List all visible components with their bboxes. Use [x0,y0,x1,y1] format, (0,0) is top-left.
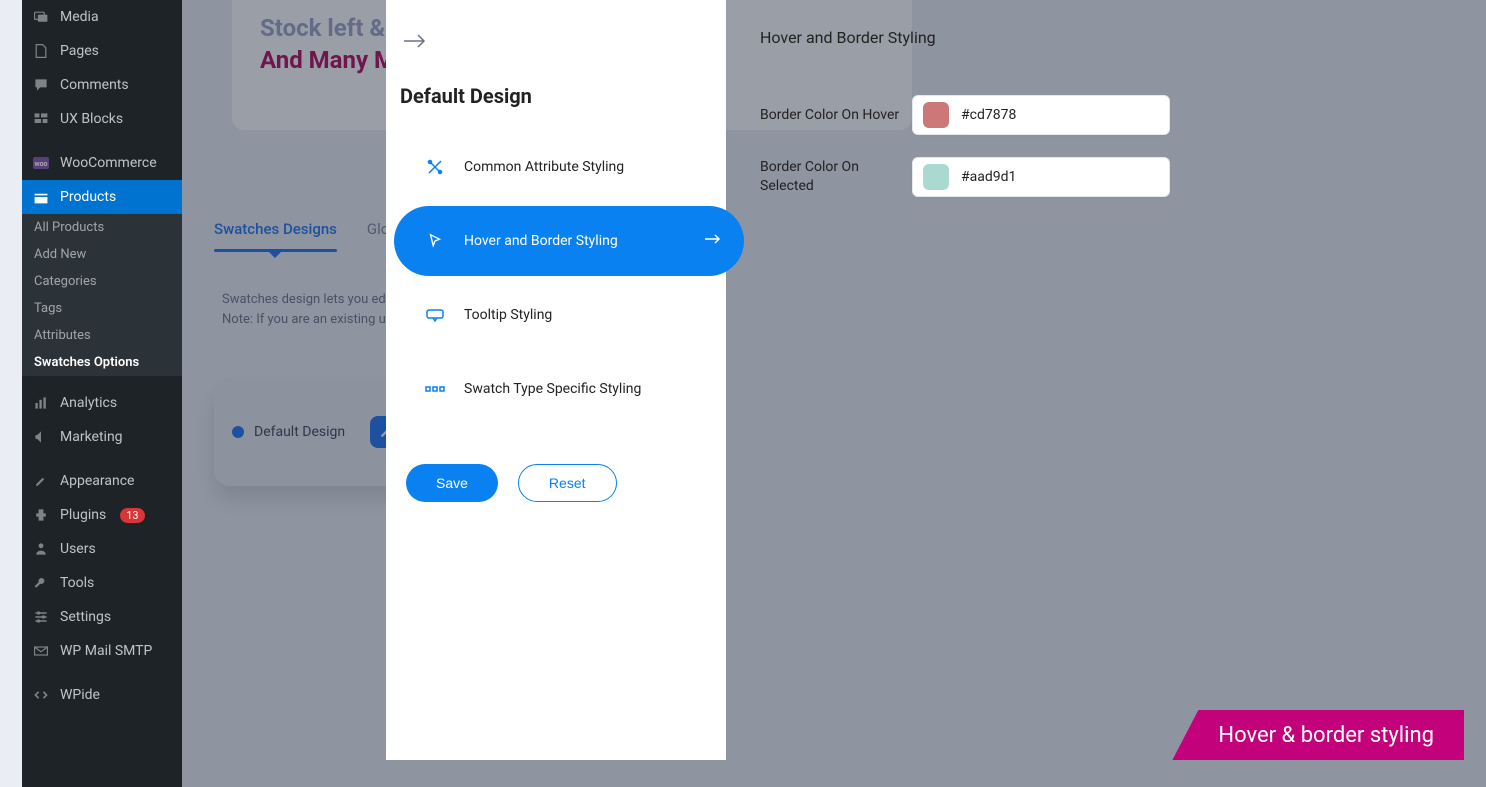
sidebar-item-ux-blocks[interactable]: UX Blocks [22,102,182,136]
submenu-swatches-options[interactable]: Swatches Options [22,349,182,376]
submenu-tags[interactable]: Tags [22,295,182,322]
submenu-add-new[interactable]: Add New [22,241,182,268]
sidebar-item-label: UX Blocks [60,111,123,127]
sidebar-item-label: Products [60,189,116,205]
field-label: Border Color On Selected [760,158,912,196]
save-button[interactable]: Save [406,464,498,502]
submenu-all-products[interactable]: All Products [22,214,182,241]
sidebar-item-woocommerce[interactable]: woo WooCommerce [22,146,182,180]
sidebar-item-wpide[interactable]: WPide [22,678,182,712]
panel-item-hover-border[interactable]: Hover and Border Styling [394,206,744,276]
products-icon [32,188,50,206]
svg-text:woo: woo [34,160,47,168]
video-caption-badge: Hover & border styling [1172,710,1464,760]
sidebar-item-label: Users [60,541,96,557]
submenu-attributes[interactable]: Attributes [22,322,182,349]
sidebar-item-comments[interactable]: Comments [22,68,182,102]
sidebar-item-label: WooCommerce [60,155,157,171]
user-icon [32,540,50,558]
panel-item-label: Hover and Border Styling [464,233,618,249]
megaphone-icon [32,428,50,446]
plugins-count-badge: 13 [120,508,144,523]
design-settings-panel: Default Design Common Attribute Styling … [386,0,726,760]
sidebar-item-label: Media [60,9,99,25]
arrow-right-icon [704,233,722,249]
swatches-icon [424,378,446,400]
sidebar-item-label: WP Mail SMTP [60,643,152,659]
panel-item-label: Tooltip Styling [464,307,552,323]
sidebar-item-settings[interactable]: Settings [22,600,182,634]
field-border-color-selected: Border Color On Selected #aad9d1 [760,157,1360,197]
media-icon [32,8,50,26]
mail-icon [32,642,50,660]
sidebar-item-appearance[interactable]: Appearance [22,464,182,498]
panel-title: Default Design [400,84,726,108]
field-border-color-hover: Border Color On Hover #cd7878 [760,95,1360,135]
wrench-icon [32,574,50,592]
sidebar-item-media[interactable]: Media [22,0,182,34]
sidebar-item-users[interactable]: Users [22,532,182,566]
sidebar-item-label: Plugins [60,507,106,523]
cursor-icon [424,230,446,252]
color-value: #cd7878 [961,107,1016,123]
sidebar-item-plugins[interactable]: Plugins 13 [22,498,182,532]
sidebar-item-label: WPide [60,687,100,703]
panel-item-label: Swatch Type Specific Styling [464,381,641,397]
brush-icon [32,472,50,490]
sidebar-item-label: Tools [60,575,94,591]
sidebar-item-label: Settings [60,609,111,625]
code-icon [32,686,50,704]
color-input-selected[interactable]: #aad9d1 [912,157,1170,197]
sidebar-item-pages[interactable]: Pages [22,34,182,68]
color-swatch[interactable] [923,102,949,128]
submenu-categories[interactable]: Categories [22,268,182,295]
reset-button[interactable]: Reset [518,464,617,502]
comment-icon [32,76,50,94]
hover-border-settings-pane: Hover and Border Styling Border Color On… [760,28,1360,219]
products-submenu: All Products Add New Categories Tags Att… [22,214,182,376]
color-swatch[interactable] [923,164,949,190]
sidebar-item-products[interactable]: Products [22,180,182,214]
tools-cross-icon [424,156,446,178]
color-value: #aad9d1 [961,169,1016,185]
sidebar-item-wpmailsmtp[interactable]: WP Mail SMTP [22,634,182,668]
panel-item-common-attribute[interactable]: Common Attribute Styling [394,132,718,202]
sidebar-item-label: Pages [60,43,99,59]
panel-back-button[interactable] [402,32,430,54]
blocks-icon [32,110,50,128]
chart-icon [32,394,50,412]
sidebar-item-label: Analytics [60,395,117,411]
field-label: Border Color On Hover [760,106,912,125]
sidebar-item-label: Marketing [60,429,123,445]
sidebar-item-tools[interactable]: Tools [22,566,182,600]
settings-pane-title: Hover and Border Styling [760,28,1360,47]
tooltip-icon [424,304,446,326]
wp-admin-sidebar: Media Pages Comments UX Blocks woo WooCo… [22,0,182,787]
panel-item-label: Common Attribute Styling [464,159,624,175]
sliders-icon [32,608,50,626]
sidebar-item-analytics[interactable]: Analytics [22,386,182,420]
color-input-hover[interactable]: #cd7878 [912,95,1170,135]
page-icon [32,42,50,60]
plugin-icon [32,506,50,524]
sidebar-item-label: Comments [60,77,129,93]
sidebar-item-label: Appearance [60,473,134,489]
panel-item-swatch-type[interactable]: Swatch Type Specific Styling [394,354,718,424]
panel-item-tooltip[interactable]: Tooltip Styling [394,280,718,350]
sidebar-item-marketing[interactable]: Marketing [22,420,182,454]
woocommerce-icon: woo [32,154,50,172]
